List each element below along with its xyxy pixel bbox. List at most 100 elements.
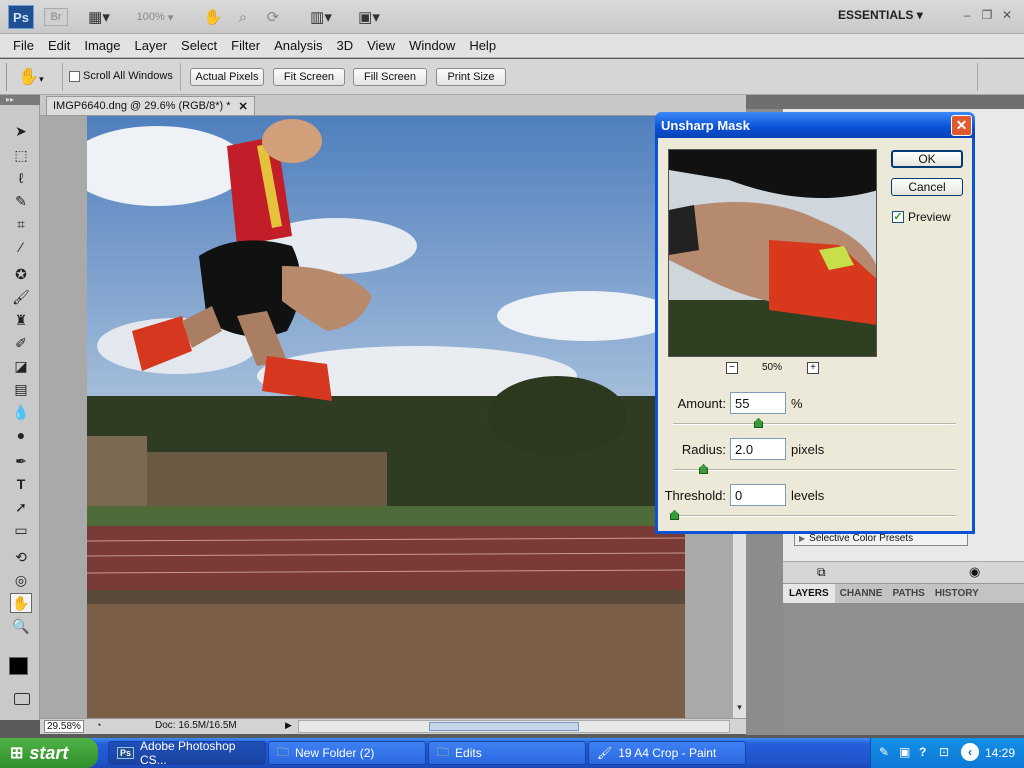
status-info-icon[interactable]: ◔: [96, 720, 101, 730]
zoom-out-icon[interactable]: −: [726, 362, 738, 374]
tab-channels[interactable]: CHANNE: [835, 584, 888, 603]
zoom-in-icon[interactable]: +: [807, 362, 819, 374]
lasso-tool-icon[interactable]: ℓ: [10, 168, 32, 188]
scroll-all-checkbox-box[interactable]: [69, 70, 80, 82]
close-icon[interactable]: ✕: [998, 8, 1016, 24]
tray-network-icon[interactable]: ⊡: [939, 745, 949, 759]
menu-image[interactable]: Image: [77, 38, 127, 53]
cancel-button[interactable]: Cancel: [891, 178, 963, 196]
tab-paths[interactable]: PATHS: [887, 584, 929, 603]
taskbar-item-photoshop[interactable]: Ps Adobe Photoshop CS...: [108, 739, 266, 767]
start-button[interactable]: ⊞ start: [0, 738, 98, 768]
taskbar-item-paint[interactable]: 🖌 19 A4 Crop - Paint: [588, 741, 746, 765]
clone-stamp-tool-icon[interactable]: ♜: [10, 310, 32, 330]
menu-select[interactable]: Select: [174, 38, 224, 53]
menu-window[interactable]: Window: [402, 38, 462, 53]
return-to-list-icon[interactable]: ⧉: [817, 565, 826, 580]
tray-show-hidden-icon[interactable]: ‹: [961, 743, 979, 761]
horizontal-scrollbar[interactable]: [298, 720, 730, 733]
tray-help-icon[interactable]: ?: [919, 745, 926, 759]
eyedropper-tool-icon[interactable]: ⁄: [10, 237, 32, 257]
threshold-slider-thumb[interactable]: [670, 510, 679, 520]
canvas-area[interactable]: [40, 116, 732, 718]
foreground-color-swatch[interactable]: [9, 657, 28, 675]
3d-rotate-tool-icon[interactable]: ⟲: [10, 547, 32, 567]
radius-slider-track[interactable]: [673, 469, 956, 471]
crop-tool-icon[interactable]: ⌗: [10, 214, 32, 234]
quick-select-tool-icon[interactable]: ✎: [10, 191, 32, 211]
type-tool-icon[interactable]: T: [10, 474, 32, 494]
rotate-view-icon[interactable]: ⟳: [262, 8, 284, 26]
actual-pixels-button[interactable]: Actual Pixels: [190, 68, 264, 86]
gradient-tool-icon[interactable]: ▤: [10, 379, 32, 399]
dialog-close-icon[interactable]: ✕: [951, 115, 972, 136]
hand-tool-preset-icon[interactable]: ✋▾: [18, 67, 44, 87]
zoom-icon[interactable]: ⌕: [232, 8, 254, 26]
radius-slider-thumb[interactable]: [699, 464, 708, 474]
preview-check-icon[interactable]: ✓: [892, 211, 904, 223]
scroll-all-windows-checkbox[interactable]: Scroll All Windows: [69, 70, 173, 82]
menu-help[interactable]: Help: [462, 38, 503, 53]
radius-input[interactable]: 2.0: [730, 438, 786, 460]
workspace-switcher[interactable]: ESSENTIALS ▾: [838, 8, 950, 26]
menu-edit[interactable]: Edit: [41, 38, 77, 53]
path-select-tool-icon[interactable]: ➚: [10, 497, 32, 517]
toggle-visibility-icon[interactable]: ◉: [969, 564, 980, 580]
amount-slider-thumb[interactable]: [754, 418, 763, 428]
hand-icon[interactable]: ✋: [202, 8, 224, 26]
menu-analysis[interactable]: Analysis: [267, 38, 329, 53]
menu-view[interactable]: View: [360, 38, 402, 53]
menu-layer[interactable]: Layer: [128, 38, 175, 53]
ok-button[interactable]: OK: [891, 150, 963, 168]
blur-tool-icon[interactable]: 💧: [10, 402, 32, 422]
amount-slider-track[interactable]: [673, 423, 956, 425]
move-tool-icon[interactable]: ➤: [10, 121, 32, 141]
tray-tool-icon[interactable]: ✎: [879, 745, 889, 759]
dodge-tool-icon[interactable]: ●: [10, 425, 32, 445]
menu-file[interactable]: File: [6, 38, 41, 53]
healing-brush-tool-icon[interactable]: ✪: [10, 264, 32, 284]
restore-icon[interactable]: ❐: [978, 8, 996, 24]
fit-screen-button[interactable]: Fit Screen: [273, 68, 345, 86]
quick-mask-icon[interactable]: [14, 693, 30, 705]
amount-input[interactable]: 55: [730, 392, 786, 414]
filter-preview-window[interactable]: [668, 149, 877, 357]
layers-panel-body: [783, 603, 1024, 735]
screen-mode-icon[interactable]: ▣▾: [352, 8, 386, 26]
hand-tool-icon[interactable]: ✋: [10, 593, 32, 613]
tools-collapse-icon[interactable]: ▸▸: [0, 95, 40, 105]
preview-checkbox[interactable]: ✓ Preview: [892, 210, 951, 224]
marquee-tool-icon[interactable]: ⬚: [10, 145, 32, 165]
threshold-input[interactable]: 0: [730, 484, 786, 506]
history-brush-tool-icon[interactable]: ✐: [10, 333, 32, 353]
dialog-title-bar[interactable]: Unsharp Mask: [655, 112, 975, 138]
arrange-documents-icon[interactable]: ▥▾: [304, 8, 338, 26]
shape-tool-icon[interactable]: ▭: [10, 520, 32, 540]
document-image[interactable]: [87, 116, 685, 718]
close-document-icon[interactable]: ✕: [238, 100, 247, 113]
taskbar-item-edits[interactable]: 🗀 Edits: [428, 741, 586, 765]
tab-layers[interactable]: LAYERS: [783, 584, 835, 603]
taskbar-item-new-folder[interactable]: 🗀 New Folder (2): [268, 741, 426, 765]
minimize-icon[interactable]: –: [958, 8, 976, 24]
3d-orbit-tool-icon[interactable]: ◎: [10, 570, 32, 590]
view-extras-icon[interactable]: ▦▾: [82, 8, 116, 26]
tray-display-icon[interactable]: ▣: [899, 745, 910, 759]
eraser-tool-icon[interactable]: ◪: [10, 356, 32, 376]
bridge-button[interactable]: Br: [44, 8, 68, 26]
threshold-slider-track[interactable]: [673, 515, 956, 517]
zoom-level-dropdown[interactable]: 100% ▾: [130, 8, 180, 26]
horizontal-scroll-thumb[interactable]: [429, 722, 579, 731]
fill-screen-button[interactable]: Fill Screen: [353, 68, 427, 86]
status-menu-arrow-icon[interactable]: ▶: [285, 720, 292, 731]
pen-tool-icon[interactable]: ✒: [10, 451, 32, 471]
tab-history[interactable]: HISTORY: [930, 584, 984, 603]
print-size-button[interactable]: Print Size: [436, 68, 506, 86]
menu-filter[interactable]: Filter: [224, 38, 267, 53]
document-tab[interactable]: IMGP6640.dng @ 29.6% (RGB/8*) * ✕: [46, 96, 255, 115]
zoom-status-field[interactable]: 29.58%: [44, 720, 84, 733]
scroll-down-icon[interactable]: ▾: [734, 702, 745, 714]
brush-tool-icon[interactable]: 🖌: [10, 287, 32, 307]
zoom-tool-icon[interactable]: 🔍: [10, 616, 32, 636]
menu-3d[interactable]: 3D: [329, 38, 360, 53]
